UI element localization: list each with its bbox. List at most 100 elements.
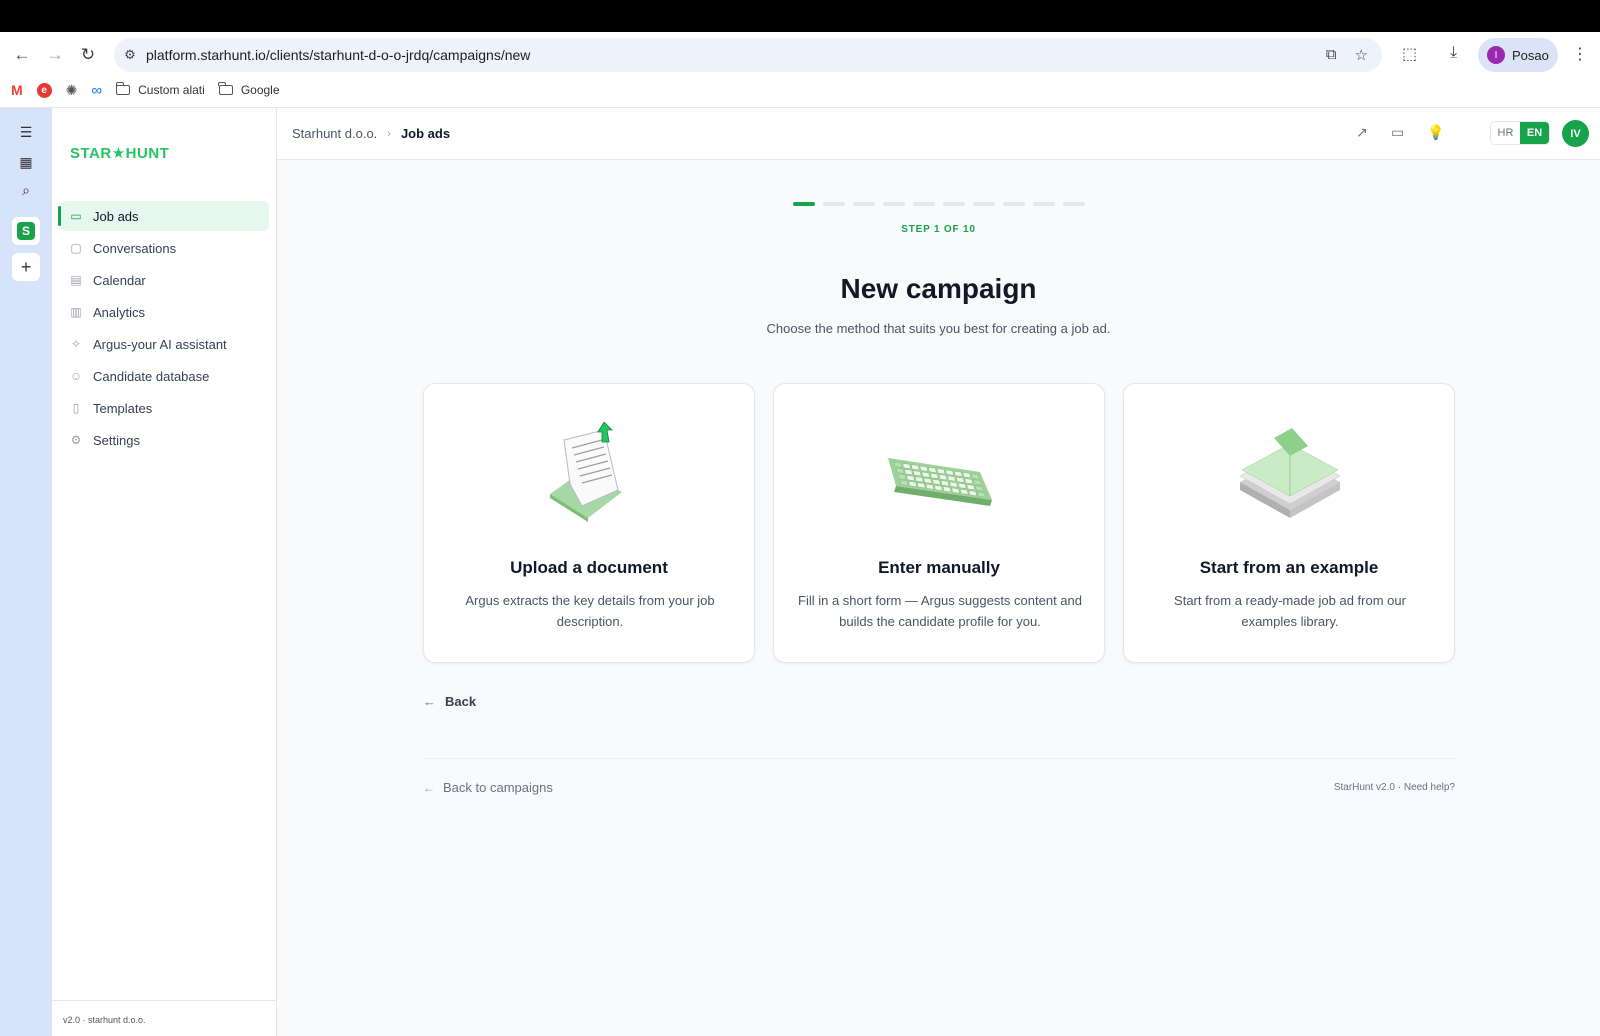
external-link-icon[interactable]: ↗ [1356, 124, 1368, 141]
sidebar-item-candidate-database[interactable]: ☺ Candidate database [60, 361, 269, 391]
avatar[interactable]: IV [1562, 120, 1589, 147]
sidebar-item-label: Settings [93, 432, 140, 448]
sidebar-item-label: Templates [93, 400, 153, 416]
progress-segment [1033, 202, 1055, 206]
users-icon: ☺ [69, 369, 83, 383]
progress-segment [973, 202, 995, 206]
calendar-icon: ▤ [70, 273, 82, 287]
bookmark-star-icon[interactable]: ☆ [1355, 46, 1368, 64]
document-upload-illustration [550, 422, 622, 522]
breadcrumb-org[interactable]: Starhunt d.o.o. [292, 126, 377, 141]
option-description: Argus extracts the key details from your… [465, 593, 715, 629]
folder-icon [218, 82, 233, 95]
bookmark-e[interactable]: e [36, 82, 52, 98]
folder-icon [115, 82, 131, 95]
option-card-start-from-example[interactable]: Start from an example Start from a ready… [1123, 383, 1455, 663]
option-card-enter-manually[interactable]: Enter manually Fill in a short form — Ar… [773, 383, 1105, 663]
meta-icon[interactable]: ∞ [91, 82, 102, 99]
browser-profile-button[interactable]: I Posao [1478, 38, 1558, 72]
option-card-upload-document[interactable]: Upload a document Argus extracts the key… [423, 383, 755, 663]
profile-name: Posao [1512, 47, 1549, 63]
sidebar-item-calendar[interactable]: ▤ Calendar [60, 265, 269, 295]
bookmarks-bar: M e ✺ ∞ Custom alati Google [0, 76, 1600, 104]
site-info-icon[interactable]: ⚙ [114, 47, 146, 63]
starhunt-app-button[interactable]: S [12, 217, 40, 245]
chevron-right-icon: › [387, 127, 391, 140]
profile-avatar: I [1487, 46, 1505, 64]
sidebar-item-label: Argus-your AI assistant [93, 336, 227, 352]
chat-icon: ▢ [70, 241, 82, 255]
sidebar-item-label: Analytics [93, 304, 146, 320]
extensions-icon[interactable]: ⬚ [1402, 44, 1417, 64]
option-description: Start from a ready-made job ad from our … [1174, 593, 1406, 629]
sidebar-item-templates[interactable]: ▯ Templates [60, 393, 269, 423]
browser-menu-icon[interactable]: ⋮ [1572, 44, 1588, 64]
progress-segment [1003, 202, 1025, 206]
lang-en-button[interactable]: EN [1520, 122, 1549, 144]
language-toggle: HR EN [1490, 121, 1550, 145]
browser-forward-icon[interactable]: → [42, 42, 68, 68]
openai-icon[interactable]: ✺ [66, 82, 78, 99]
option-title: Start from an example [1199, 558, 1379, 577]
keyboard-illustration [888, 458, 992, 506]
bookmark-label: Google [240, 83, 280, 97]
step-label: STEP 1 OF 10 [901, 224, 976, 235]
bookmark-folder-google[interactable]: Google [218, 82, 280, 97]
lang-hr-button[interactable]: HR [1491, 122, 1520, 144]
sidebar-item-job-ads[interactable]: ▭ Job ads [58, 201, 269, 231]
starhunt-logo[interactable]: STAR★HUNT [70, 144, 169, 162]
back-button[interactable]: ← Back [423, 694, 476, 709]
downloads-icon[interactable]: ⤓ [1450, 44, 1457, 62]
sidebar-footer: v2.0 · starhunt d.o.o. [52, 1000, 276, 1036]
back-button-label: Back [445, 694, 477, 709]
help-footer[interactable]: StarHunt v2.0 · Need help? [1334, 782, 1455, 793]
option-title: Upload a document [510, 558, 668, 577]
plus-icon[interactable]: + [12, 253, 40, 281]
page-title: New campaign [840, 273, 1037, 304]
option-description: Fill in a short form — Argus suggests co… [798, 593, 1082, 629]
breadcrumb: Starhunt d.o.o. › Job ads [292, 126, 450, 141]
sidebar-item-analytics[interactable]: ▥ Analytics [60, 297, 269, 327]
sidebar-item-conversations[interactable]: ▢ Conversations [60, 233, 269, 263]
search-list-icon[interactable]: ⌕ [12, 176, 40, 204]
app-sidebar: STAR★HUNT ▭ Job ads ▢ Conversations ▤ Ca… [52, 108, 277, 1036]
sidebar-item-label: Calendar [93, 272, 146, 288]
back-to-campaigns-label: Back to campaigns [443, 780, 553, 795]
bookmark-folder-custom-alati[interactable]: Custom alati [115, 82, 205, 97]
gmail-icon[interactable]: M [11, 82, 23, 98]
sidebar-item-settings[interactable]: ⚙ Settings [60, 425, 269, 455]
lightbulb-icon[interactable]: 💡 [1427, 124, 1444, 141]
install-app-icon[interactable]: ⧉ [1326, 46, 1337, 64]
bar-chart-icon: ▥ [70, 305, 82, 319]
progress-segment [793, 202, 815, 206]
screen-top-bar [0, 0, 1600, 32]
progress-segment [883, 202, 905, 206]
sidebar-item-label: Job ads [93, 208, 139, 224]
browser-chrome: ← → ↻ ⚙ platform.starhunt.io/clients/sta… [0, 32, 1600, 108]
bookmark-label: Custom alati [138, 83, 205, 97]
extension-rail: ☰ ▦ ⌕ S + [0, 108, 52, 1036]
step-progress [793, 202, 1085, 206]
sidebar-item-label: Conversations [93, 240, 177, 256]
back-to-campaigns-link[interactable]: ← Back to campaigns [423, 780, 553, 795]
devices-icon[interactable]: ▭ [1391, 124, 1404, 141]
browser-reload-icon[interactable]: ↻ [75, 42, 101, 68]
progress-segment [1063, 202, 1085, 206]
browser-back-icon[interactable]: ← [9, 42, 35, 68]
gear-icon: ⚙ [70, 433, 82, 447]
page-subtitle: Choose the method that suits you best fo… [766, 321, 1111, 336]
grid-icon[interactable]: ▦ [12, 148, 40, 176]
arrow-left-icon: ← [423, 694, 436, 709]
address-bar[interactable]: ⚙ platform.starhunt.io/clients/starhunt-… [114, 38, 1382, 72]
sidebar-menu: ▭ Job ads ▢ Conversations ▤ Calendar ▥ A… [58, 201, 269, 457]
indent-icon[interactable]: ☰ [12, 118, 40, 146]
paper-stack-illustration [1239, 428, 1341, 518]
option-title: Enter manually [878, 558, 1000, 577]
app-header: Starhunt d.o.o. › Job ads ↗ ▭ 💡 HR EN IV [277, 108, 1600, 160]
url-text[interactable]: platform.starhunt.io/clients/starhunt-d-… [146, 47, 530, 63]
breadcrumb-current: Job ads [400, 126, 451, 141]
arrow-left-icon: ← [423, 780, 435, 795]
e-icon: e [36, 82, 52, 98]
sidebar-item-argus[interactable]: ✧ Argus-your AI assistant [60, 329, 269, 359]
document-icon: ▯ [72, 401, 80, 415]
